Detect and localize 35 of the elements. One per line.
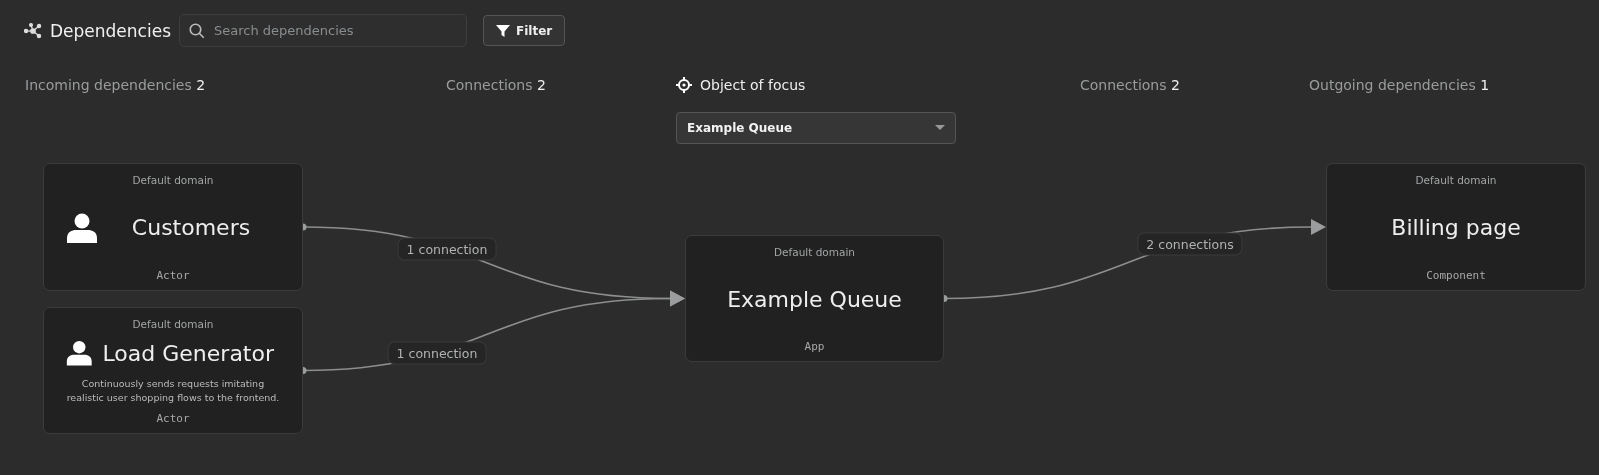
node-type: App <box>804 340 825 353</box>
search-icon <box>188 22 206 40</box>
node-description: Continuously sends requests imitating realistic user shopping flows to the frontend. <box>65 376 281 405</box>
node-name: Billing page <box>1390 215 1522 240</box>
column-heading: Incoming dependencies 2 <box>25 77 207 93</box>
column-heading: Outgoing dependencies 1 <box>1309 77 1491 93</box>
person-icon <box>66 211 98 244</box>
node-name: Load Generator <box>102 340 275 366</box>
node-card[interactable]: Default domain Billing page Component <box>1326 163 1586 291</box>
focus-dropdown[interactable]: Example Queue <box>676 112 956 144</box>
column-heading: Connections 2 <box>446 77 547 93</box>
crosshair-icon <box>676 77 692 93</box>
node-card[interactable]: Default domain Load Generator Continuously sends requests imitating realistic user shopping flows to the frontend. Actor <box>43 307 303 434</box>
connection-count[interactable]: 1 connection <box>387 341 487 365</box>
connection-count[interactable]: 1 connection <box>397 237 497 261</box>
node-card[interactable]: Default domain Customers Actor <box>43 163 303 291</box>
graph-icon <box>24 21 42 40</box>
node-type: Component <box>1426 269 1486 282</box>
domain-label: Default domain <box>132 318 214 330</box>
domain-label: Default domain <box>774 246 855 258</box>
filter-button[interactable]: Filter <box>483 15 566 46</box>
focus-heading: Object of focus <box>700 77 806 93</box>
node-name: Example Queue <box>726 286 903 312</box>
caret-icon <box>935 125 945 131</box>
node-type: Actor <box>156 269 190 282</box>
search-field[interactable]: Search dependencies <box>179 14 467 47</box>
node-type: Actor <box>156 412 190 425</box>
node-name: Customers <box>130 215 252 240</box>
page-title: Dependencies <box>50 20 171 41</box>
column-heading: Connections 2 <box>1080 77 1181 93</box>
node-card[interactable]: Default domain Example Queue App <box>685 235 944 362</box>
connection-count[interactable]: 2 connections <box>1137 232 1243 256</box>
domain-label: Default domain <box>1415 174 1497 186</box>
funnel-icon <box>496 23 510 38</box>
domain-label: Default domain <box>132 174 214 186</box>
